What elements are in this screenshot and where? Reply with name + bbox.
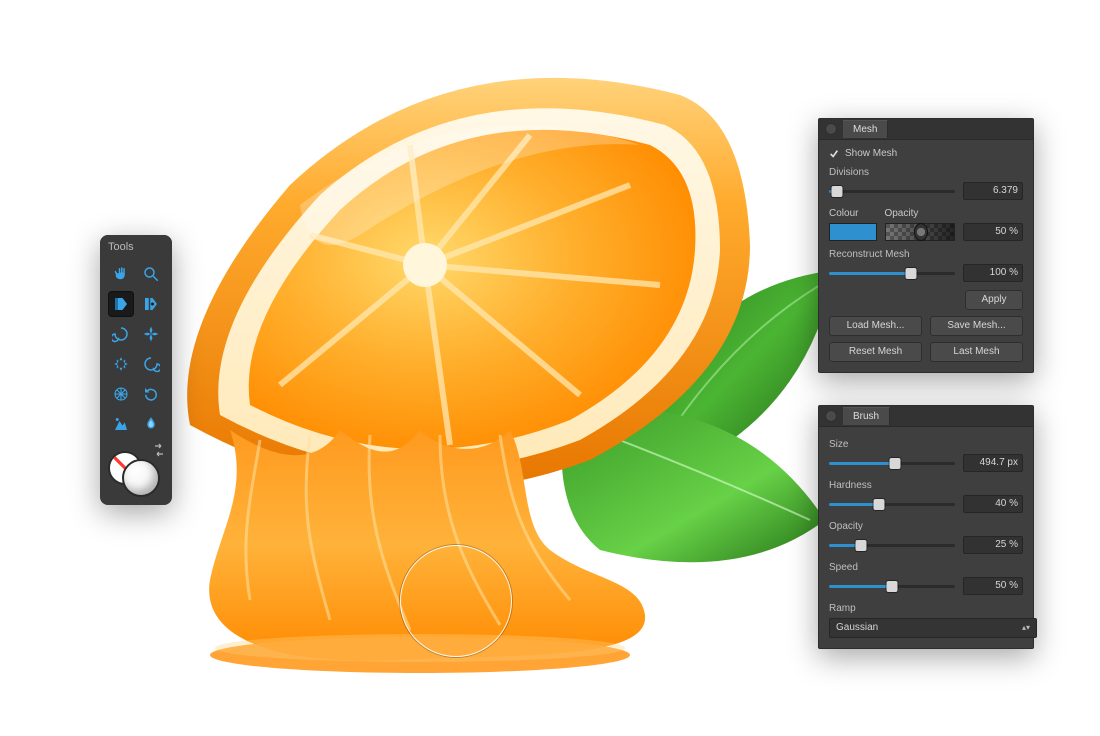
thaw-tool[interactable]	[138, 411, 164, 437]
divisions-value[interactable]: 6.379	[963, 182, 1023, 200]
tools-grid	[100, 257, 172, 445]
divisions-slider[interactable]	[829, 184, 955, 198]
orange-slice-artwork	[160, 65, 760, 485]
hand-tool[interactable]	[108, 261, 134, 287]
hardness-value[interactable]: 40 %	[963, 495, 1023, 513]
brush-opacity-slider[interactable]	[829, 538, 955, 552]
close-icon[interactable]	[825, 410, 837, 422]
reconstruct-value[interactable]: 100 %	[963, 264, 1023, 282]
mesh-opacity-value[interactable]: 50 %	[963, 223, 1023, 241]
swap-colors-icon[interactable]	[152, 443, 166, 457]
show-mesh-checkbox[interactable]: Show Mesh	[829, 148, 1023, 159]
brush-opacity-label: Opacity	[829, 521, 1023, 532]
opacity-marker[interactable]	[914, 223, 928, 241]
check-icon	[829, 149, 839, 159]
color-swatches[interactable]	[108, 447, 164, 493]
hardness-label: Hardness	[829, 480, 1023, 491]
ramp-label: Ramp	[829, 603, 1023, 614]
tools-panel-title: Tools	[100, 235, 172, 257]
speed-slider[interactable]	[829, 579, 955, 593]
mesh-tab[interactable]: Mesh	[843, 120, 888, 138]
mesh-panel-header[interactable]: Mesh	[819, 119, 1033, 140]
liquify-push-tool[interactable]	[108, 291, 134, 317]
zoom-tool[interactable]	[138, 261, 164, 287]
brush-panel[interactable]: Brush Size 494.7 px Hardness 40 % Opacit…	[818, 405, 1034, 649]
brush-panel-header[interactable]: Brush	[819, 406, 1033, 427]
ramp-select[interactable]: Gaussian ▴▾	[829, 618, 1037, 638]
last-mesh-button[interactable]: Last Mesh	[930, 342, 1023, 362]
twirl-right-tool[interactable]	[138, 351, 164, 377]
chevron-updown-icon: ▴▾	[1022, 624, 1030, 632]
ramp-value: Gaussian	[836, 619, 878, 637]
hardness-slider[interactable]	[829, 497, 955, 511]
brush-tab[interactable]: Brush	[843, 407, 890, 425]
mesh-opacity-strip[interactable]	[885, 223, 955, 241]
apply-button[interactable]: Apply	[965, 290, 1023, 310]
reconstruct-slider[interactable]	[829, 266, 955, 280]
opacity-label: Opacity	[884, 208, 918, 219]
speed-value[interactable]: 50 %	[963, 577, 1023, 595]
reconstruct-tool[interactable]	[138, 381, 164, 407]
size-value[interactable]: 494.7 px	[963, 454, 1023, 472]
save-mesh-button[interactable]: Save Mesh...	[930, 316, 1023, 336]
turbulence-tool[interactable]	[108, 381, 134, 407]
show-mesh-label: Show Mesh	[845, 148, 897, 159]
reset-mesh-button[interactable]: Reset Mesh	[829, 342, 922, 362]
orange-melt-artwork	[190, 430, 660, 680]
close-icon[interactable]	[825, 123, 837, 135]
tools-panel[interactable]: Tools	[100, 235, 172, 505]
colour-label: Colour	[829, 208, 858, 219]
divisions-label: Divisions	[829, 167, 1023, 178]
brush-opacity-value[interactable]: 25 %	[963, 536, 1023, 554]
reconstruct-label: Reconstruct Mesh	[829, 249, 1023, 260]
freeze-tool[interactable]	[108, 411, 134, 437]
mesh-colour-swatch[interactable]	[829, 223, 877, 241]
foreground-color-swatch[interactable]	[122, 459, 160, 497]
mesh-panel[interactable]: Mesh Show Mesh Divisions 6.379 Colour Op…	[818, 118, 1034, 373]
speed-label: Speed	[829, 562, 1023, 573]
load-mesh-button[interactable]: Load Mesh...	[829, 316, 922, 336]
pinch-tool[interactable]	[138, 321, 164, 347]
twirl-left-tool[interactable]	[108, 321, 134, 347]
size-label: Size	[829, 439, 1023, 450]
punch-tool[interactable]	[108, 351, 134, 377]
size-slider[interactable]	[829, 456, 955, 470]
liquify-pull-tool[interactable]	[138, 291, 164, 317]
